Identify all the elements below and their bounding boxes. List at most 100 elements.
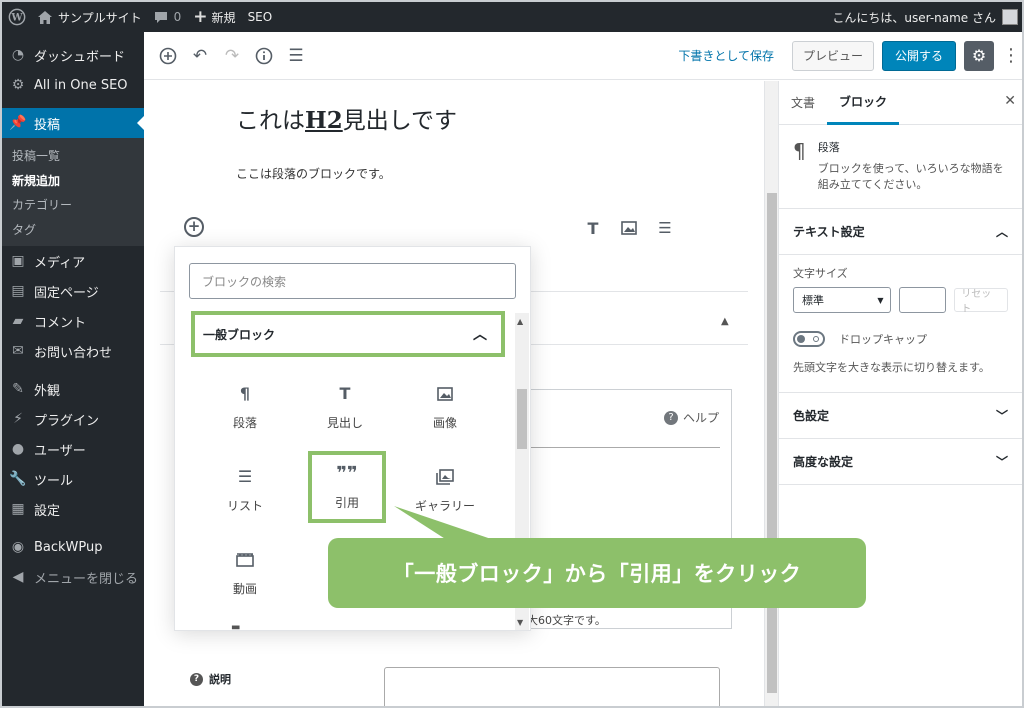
add-block-icon[interactable] xyxy=(152,40,184,72)
quote-icon: ❞❞ xyxy=(336,463,358,484)
help-icon: ? xyxy=(190,672,203,686)
new-label: 新規 xyxy=(211,10,236,25)
block-card: ¶ 段落 ブロックを使って、いろいろな物語を組み立ててください。 xyxy=(779,125,1022,209)
plus-icon: + xyxy=(193,7,208,27)
avatar[interactable] xyxy=(1002,9,1018,25)
menu-appearance[interactable]: ✎ 外観 xyxy=(2,374,144,404)
brush-icon: ✎ xyxy=(12,381,24,397)
wrench-icon: 🔧 xyxy=(9,471,27,487)
site-name-link[interactable]: サンプルサイト xyxy=(32,2,148,32)
image-quick-icon[interactable] xyxy=(618,217,640,239)
list-quick-icon[interactable]: ☰ xyxy=(654,217,676,239)
menu-settings[interactable]: ▦ 設定 xyxy=(2,494,144,524)
video-icon xyxy=(236,550,254,570)
wordpress-logo-icon[interactable]: W xyxy=(2,2,32,32)
submenu-all-posts[interactable]: 投稿一覧 xyxy=(2,144,144,169)
info-icon[interactable] xyxy=(248,40,280,72)
menu-backwpup[interactable]: ◉ BackWPup xyxy=(2,532,144,562)
close-icon[interactable]: ✕ xyxy=(1004,93,1016,109)
font-size-custom-input[interactable] xyxy=(898,287,947,313)
block-video-label: 動画 xyxy=(232,581,257,596)
inline-inserter-icon[interactable]: + xyxy=(184,217,204,237)
more-options-icon[interactable]: ⋮ xyxy=(1002,45,1020,66)
menu-posts[interactable]: 📌 投稿 xyxy=(2,108,144,138)
seo-description-input[interactable] xyxy=(384,667,720,706)
submenu-categories[interactable]: カテゴリー xyxy=(2,193,144,218)
panel-advanced-label: 高度な設定 xyxy=(793,455,854,469)
callout-pointer xyxy=(394,506,500,542)
panel-color-settings-label: 色設定 xyxy=(793,409,830,423)
greeting[interactable]: こんにちは、user-name さん xyxy=(832,9,996,26)
save-draft-link[interactable]: 下書きとして保存 xyxy=(678,47,774,64)
backwpup-icon: ◉ xyxy=(11,539,25,555)
block-heading-label: 見出し xyxy=(326,415,363,430)
site-name: サンプルサイト xyxy=(58,10,142,25)
menu-collapse[interactable]: ◀ メニューを閉じる xyxy=(2,562,144,592)
category-common-blocks[interactable]: 一般ブロック ︿ xyxy=(191,311,505,357)
panel-advanced[interactable]: 高度な設定 ﹀ xyxy=(779,439,1022,485)
menu-comments-label: コメント xyxy=(34,315,87,331)
tab-document[interactable]: 文書 xyxy=(779,81,827,125)
menu-contact[interactable]: ✉ お問い合わせ xyxy=(2,336,144,366)
block-card-description: ブロックを使って、いろいろな物語を組み立ててください。 xyxy=(817,162,1004,191)
block-image-label: 画像 xyxy=(432,415,457,430)
page-icon: ▤ xyxy=(11,283,25,299)
chevron-down-icon: ﹀ xyxy=(995,409,1008,423)
menu-media[interactable]: ▣ メディア xyxy=(2,246,144,276)
outline-icon[interactable]: ☰ xyxy=(280,40,312,72)
submenu-tags[interactable]: タグ xyxy=(2,218,144,243)
block-quote[interactable]: ❞❞ 引用 xyxy=(308,451,386,523)
settings-icon: ▦ xyxy=(11,501,25,517)
pin-icon: 📌 xyxy=(9,115,27,131)
settings-gear-button[interactable]: ⚙ xyxy=(964,40,994,71)
block-search-input[interactable]: ブロックの検索 xyxy=(189,263,516,299)
heading-text-pre: これは xyxy=(236,108,305,134)
menu-tools[interactable]: 🔧 ツール xyxy=(2,464,144,494)
heading-quick-icon[interactable]: T xyxy=(582,217,604,239)
paragraph-block[interactable]: ここは段落のブロックです。 xyxy=(236,165,391,182)
menu-users[interactable]: ● ユーザー xyxy=(2,434,144,464)
comments-count: 0 xyxy=(173,10,182,24)
block-list[interactable]: ☰ リスト xyxy=(205,452,285,528)
editor-scrollbar[interactable] xyxy=(764,81,778,706)
block-video[interactable]: 動画 xyxy=(205,535,285,611)
comment-icon: ▰ xyxy=(12,313,24,329)
comments-link[interactable]: 0 xyxy=(148,2,188,32)
tab-block[interactable]: ブロック xyxy=(827,81,900,125)
font-size-select[interactable]: 標準 ▼ xyxy=(793,287,891,313)
help-link[interactable]: ? ヘルプ xyxy=(664,409,719,426)
panel-text-settings[interactable]: テキスト設定 ︿ xyxy=(779,209,1022,255)
posts-submenu: 投稿一覧 新規追加 カテゴリー タグ xyxy=(2,138,144,246)
drop-cap-toggle[interactable] xyxy=(793,331,825,347)
description-label-row: ? 説明 xyxy=(190,671,231,687)
new-content-link[interactable]: + 新規 xyxy=(187,2,241,32)
publish-button[interactable]: 公開する xyxy=(881,40,956,71)
description-label: 説明 xyxy=(209,673,231,686)
block-heading[interactable]: T 見出し xyxy=(305,369,385,445)
block-image[interactable]: 画像 xyxy=(405,369,485,445)
menu-pages[interactable]: ▤ 固定ページ xyxy=(2,276,144,306)
metabox-toggle-icon[interactable]: ▲ xyxy=(721,316,729,327)
menu-aioseo-label: All in One SEO xyxy=(34,77,128,93)
panel-color-settings[interactable]: 色設定 ﹀ xyxy=(779,393,1022,439)
settings-sidebar: 文書 ブロック ✕ ¶ 段落 ブロックを使って、いろいろな物語を組み立ててくださ… xyxy=(778,81,1022,706)
redo-icon[interactable]: ↷ xyxy=(216,40,248,72)
menu-comments[interactable]: ▰ コメント xyxy=(2,306,144,336)
seo-link[interactable]: SEO xyxy=(242,2,279,32)
heading-block[interactable]: これはH2見出しです xyxy=(236,101,457,135)
submenu-add-new[interactable]: 新規追加 xyxy=(2,169,144,194)
menu-users-label: ユーザー xyxy=(34,443,86,459)
menu-appearance-label: 外観 xyxy=(34,383,61,399)
menu-plugins[interactable]: ⚡ プラグイン xyxy=(2,404,144,434)
font-size-reset-button[interactable]: リセット xyxy=(954,288,1008,315)
undo-icon[interactable]: ↶ xyxy=(184,40,216,72)
menu-settings-label: 設定 xyxy=(34,503,61,519)
panel-text-settings-label: テキスト設定 xyxy=(793,225,865,239)
preview-button[interactable]: プレビュー xyxy=(791,40,874,71)
menu-contact-label: お問い合わせ xyxy=(34,345,113,361)
block-paragraph[interactable]: ¶ 段落 xyxy=(205,369,285,445)
drop-cap-help: 先頭文字を大きな表示に切り替えます。 xyxy=(793,361,990,374)
menu-aioseo[interactable]: ⚙ All in One SEO xyxy=(2,70,144,100)
menu-dashboard[interactable]: ◔ ダッシュボード xyxy=(2,40,144,70)
sidebar-tabs: 文書 ブロック ✕ xyxy=(779,81,1022,125)
